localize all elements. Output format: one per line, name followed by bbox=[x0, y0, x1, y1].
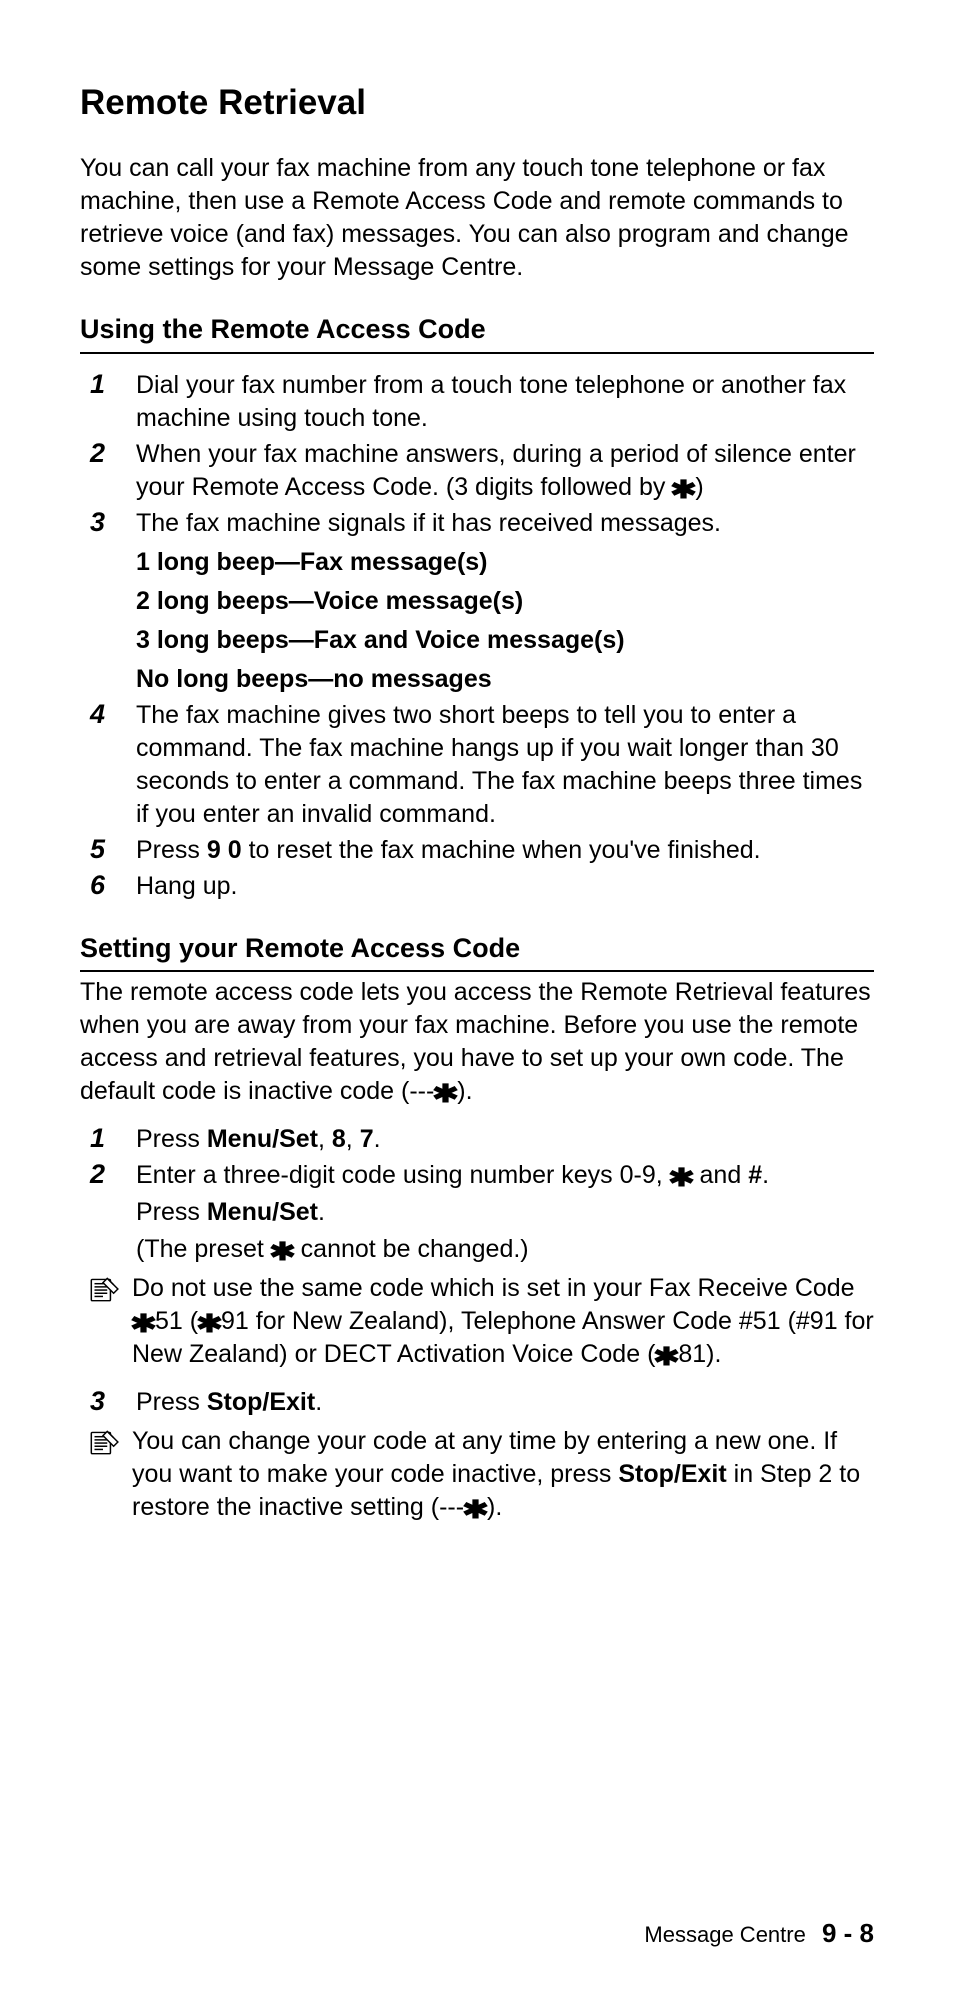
page-footer: Message Centre 9 - 8 bbox=[644, 1916, 874, 1950]
step-number: 1 bbox=[80, 1122, 136, 1154]
note-icon bbox=[80, 1425, 132, 1468]
step-item: 2 When your fax machine answers, during … bbox=[80, 437, 874, 504]
step-number: 1 bbox=[80, 368, 136, 400]
step-number: 2 bbox=[80, 437, 136, 469]
section-heading-setting: Setting your Remote Access Code bbox=[80, 931, 874, 973]
star-icon: ✱ bbox=[670, 474, 697, 507]
step-text: The fax machine gives two short beeps to… bbox=[136, 698, 874, 831]
step-item: 4 The fax machine gives two short beeps … bbox=[80, 698, 874, 831]
note-text: Do not use the same code which is set in… bbox=[132, 1272, 874, 1371]
step-text: Press 9 0 to reset the fax machine when … bbox=[136, 833, 874, 867]
step-item: 5 Press 9 0 to reset the fax machine whe… bbox=[80, 833, 874, 867]
section-b-intro: The remote access code lets you access t… bbox=[80, 976, 874, 1108]
step-item: 2 Enter a three-digit code using number … bbox=[80, 1158, 874, 1266]
step-text: Hang up. bbox=[136, 869, 874, 903]
intro-paragraph: You can call your fax machine from any t… bbox=[80, 152, 874, 284]
step-item: 3 The fax machine signals if it has rece… bbox=[80, 506, 874, 696]
steps-list-b: 1 Press Menu/Set, 8, 7. 2 Enter a three-… bbox=[80, 1122, 874, 1266]
step-text: The fax machine signals if it has receiv… bbox=[136, 506, 874, 696]
document-page: Remote Retrieval You can call your fax m… bbox=[0, 0, 954, 2006]
steps-list-a: 1 Dial your fax number from a touch tone… bbox=[80, 368, 874, 903]
step-text: Dial your fax number from a touch tone t… bbox=[136, 368, 874, 435]
star-icon: ✱ bbox=[196, 1308, 223, 1341]
note-text: You can change your code at any time by … bbox=[132, 1425, 874, 1524]
step-number: 6 bbox=[80, 869, 136, 901]
note-block: Do not use the same code which is set in… bbox=[80, 1272, 874, 1371]
star-icon: ✱ bbox=[130, 1308, 157, 1341]
beep-line: 2 long beeps—Voice message(s) bbox=[136, 585, 874, 618]
step-number: 2 bbox=[80, 1158, 136, 1190]
step-item: 1 Press Menu/Set, 8, 7. bbox=[80, 1122, 874, 1156]
step-text: Enter a three-digit code using number ke… bbox=[136, 1158, 874, 1266]
star-icon: ✱ bbox=[653, 1341, 680, 1374]
page-title: Remote Retrieval bbox=[80, 80, 874, 126]
section-heading-using: Using the Remote Access Code bbox=[80, 312, 874, 354]
beep-line: 1 long beep—Fax message(s) bbox=[136, 546, 874, 579]
star-icon: ✱ bbox=[462, 1494, 489, 1527]
star-icon: ✱ bbox=[432, 1078, 459, 1111]
steps-list-b-cont: 3 Press Stop/Exit. bbox=[80, 1385, 874, 1419]
step-item: 1 Dial your fax number from a touch tone… bbox=[80, 368, 874, 435]
step-number: 3 bbox=[80, 1385, 136, 1417]
beep-line: No long beeps—no messages bbox=[136, 663, 874, 696]
note-block: You can change your code at any time by … bbox=[80, 1425, 874, 1524]
step-number: 3 bbox=[80, 506, 136, 538]
note-icon bbox=[80, 1272, 132, 1315]
step-number: 4 bbox=[80, 698, 136, 730]
star-icon: ✱ bbox=[269, 1236, 296, 1269]
step-number: 5 bbox=[80, 833, 136, 865]
star-icon: ✱ bbox=[667, 1162, 694, 1195]
step-item: 3 Press Stop/Exit. bbox=[80, 1385, 874, 1419]
beep-line: 3 long beeps—Fax and Voice message(s) bbox=[136, 624, 874, 657]
footer-label: Message Centre bbox=[644, 1922, 805, 1947]
page-number: 9 - 8 bbox=[822, 1918, 874, 1948]
step-text: Press Menu/Set, 8, 7. bbox=[136, 1122, 874, 1156]
step-text: Press Stop/Exit. bbox=[136, 1385, 874, 1419]
step-text: When your fax machine answers, during a … bbox=[136, 437, 874, 504]
step-item: 6 Hang up. bbox=[80, 869, 874, 903]
